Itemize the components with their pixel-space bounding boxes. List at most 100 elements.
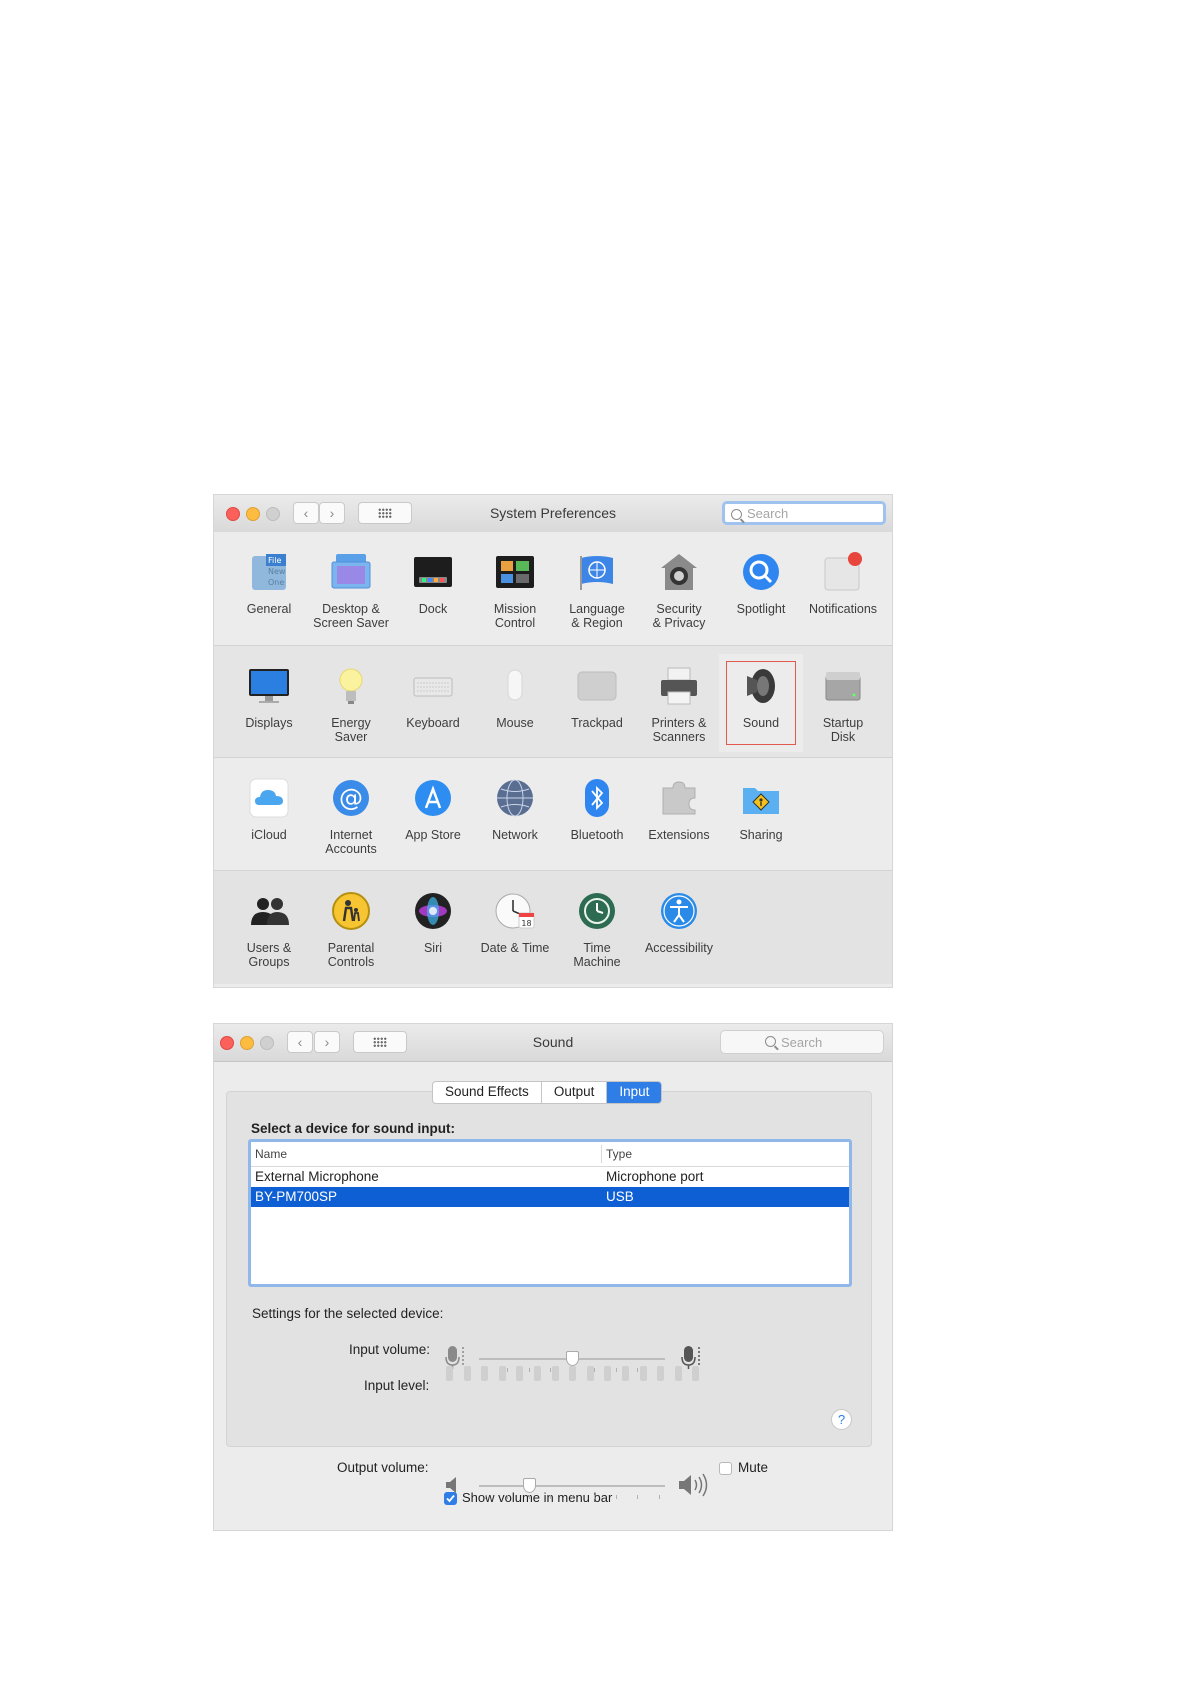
pref-pane-label: Internet Accounts [325,828,377,856]
pref-pane-network[interactable]: Network [473,758,557,871]
pref-pane-dock[interactable]: Dock [391,532,475,645]
grid-icon [373,1037,387,1047]
pref-pane-internet-accounts[interactable]: @ Internet Accounts [309,758,393,871]
titlebar: ‹ › Sound [214,1024,892,1062]
pref-pane-desktop-screen-saver[interactable]: Desktop & Screen Saver [309,532,393,645]
pref-pane-sharing[interactable]: Sharing [719,758,803,871]
zoom-window-button[interactable] [266,507,280,521]
mute-checkbox[interactable] [719,1462,732,1475]
pref-pane-app-store[interactable]: App Store [391,758,475,871]
minimize-window-button[interactable] [240,1036,254,1050]
pref-pane-time-machine[interactable]: Time Machine [555,871,639,984]
search-input[interactable] [781,1031,871,1053]
svg-text:@: @ [339,784,363,812]
mouse-icon [495,666,535,706]
pref-pane-label: Language & Region [569,602,625,630]
search-field[interactable] [720,1030,884,1054]
pref-pane-general[interactable]: File New One General [227,532,311,645]
pref-pane-energy-saver[interactable]: Energy Saver [309,646,393,759]
close-window-button[interactable] [226,507,240,521]
device-type: Microphone port [606,1169,704,1184]
pref-pane-date-time[interactable]: 18 Date & Time [473,871,557,984]
svg-text:One: One [268,578,284,587]
pref-pane-label: Security & Privacy [652,602,706,630]
help-button[interactable]: ? [831,1409,852,1430]
minimize-window-button[interactable] [246,507,260,521]
pref-pane-label: iCloud [251,828,287,842]
pref-pane-label: Printers & Scanners [651,716,707,744]
pref-pane-trackpad[interactable]: Trackpad [555,646,639,759]
pref-pane-mission-control[interactable]: Mission Control [473,532,557,645]
chevron-right-icon: › [324,1034,330,1050]
pref-pane-accessibility[interactable]: Accessibility [637,871,721,984]
device-table[interactable]: Name Type External Microphone Microphone … [248,1139,852,1287]
pref-pane-users-groups[interactable]: Users & Groups [227,871,311,984]
pref-pane-startup-disk[interactable]: Startup Disk [801,646,885,759]
pref-pane-printers-scanners[interactable]: Printers & Scanners [637,646,721,759]
search-input[interactable] [747,504,857,522]
level-segment [639,1366,647,1381]
output-volume-slider-track[interactable] [479,1485,665,1487]
pref-pane-language-region[interactable]: Language & Region [555,532,639,645]
desktop-icon [331,552,371,592]
settings-heading: Settings for the selected device: [252,1306,444,1321]
output-volume-slider-tick [615,1495,617,1499]
level-segment [481,1366,489,1381]
forward-button[interactable]: › [314,1031,340,1053]
pref-pane-parental-controls[interactable]: Parental Controls [309,871,393,984]
column-header-name[interactable]: Name [255,1147,287,1161]
pref-pane-extensions[interactable]: Extensions [637,758,721,871]
table-header: Name Type [251,1142,849,1167]
pref-row-3: iCloud @ Internet Accounts App Store Network… [214,757,892,871]
forward-button[interactable]: › [319,502,345,524]
pref-pane-keyboard[interactable]: Keyboard [391,646,475,759]
back-button[interactable]: ‹ [293,502,319,524]
level-segment [674,1366,682,1381]
level-segment [446,1366,453,1381]
output-volume-slider-tick [637,1495,639,1499]
pref-pane-siri[interactable]: Siri [391,871,475,984]
close-window-button[interactable] [220,1036,234,1050]
search-field[interactable] [722,501,886,525]
titlebar: ‹ › System Preferences [214,495,892,533]
output-volume-slider-tick [550,1495,552,1499]
tab-output[interactable]: Output [542,1082,608,1103]
zoom-window-button[interactable] [260,1036,274,1050]
sharing-folder-icon [741,778,781,818]
output-volume-slider-tick [485,1495,486,1499]
show-all-button[interactable] [353,1031,407,1053]
pref-pane-notifications[interactable]: Notifications [801,532,885,645]
level-segment [551,1366,559,1381]
show-all-button[interactable] [358,502,412,524]
tab-input[interactable]: Input [607,1082,662,1103]
pref-pane-sound[interactable]: Sound [719,654,803,752]
pref-pane-displays[interactable]: Displays [227,646,311,759]
magnifier-icon [741,552,781,592]
pref-pane-bluetooth[interactable]: Bluetooth [555,758,639,871]
pref-pane-mouse[interactable]: Mouse [473,646,557,759]
pref-pane-label: Spotlight [736,602,786,616]
pref-pane-label: Sharing [739,828,783,842]
pref-pane-icloud[interactable]: iCloud [227,758,311,871]
level-segment [692,1366,700,1381]
level-segment [498,1366,506,1381]
pref-pane-spotlight[interactable]: Spotlight [719,532,803,645]
tab-sound-effects[interactable]: Sound Effects [433,1082,542,1103]
table-row[interactable]: External Microphone Microphone port [251,1167,849,1187]
table-row[interactable]: BY-PM700SP USB [251,1187,849,1207]
puzzle-icon [659,778,699,818]
mission-control-icon [495,552,535,592]
input-level-meter [446,1366,710,1386]
notifications-icon [823,552,863,592]
input-volume-slider-knob[interactable] [566,1351,579,1366]
column-header-type[interactable]: Type [606,1147,632,1161]
pref-pane-security-privacy[interactable]: Security & Privacy [637,532,721,645]
device-name: External Microphone [255,1169,379,1184]
keyboard-icon [413,666,453,706]
system-preferences-window: ‹ › System Preferences File New One General… [214,495,892,987]
pref-pane-label: Mission Control [493,602,537,630]
pref-row-2: Displays Energy Saver Keyboard Mouse Trackpa… [214,645,892,759]
back-button[interactable]: ‹ [287,1031,313,1053]
pref-pane-label: Startup Disk [822,716,864,744]
column-divider [601,1145,602,1163]
